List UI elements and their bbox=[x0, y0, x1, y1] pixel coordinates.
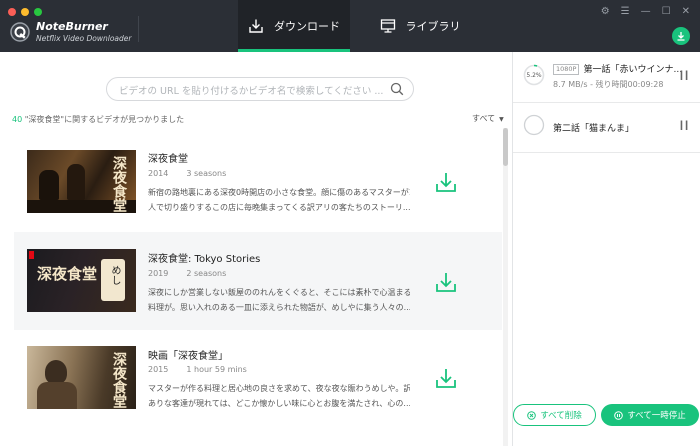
video-meta: 2019 2 seasons bbox=[148, 269, 226, 278]
tab-download-label: ダウンロード bbox=[274, 20, 340, 33]
library-monitor-icon bbox=[380, 19, 395, 33]
result-text: "深夜食堂"に関するビデオが見つかりました bbox=[22, 115, 185, 124]
pause-all-button[interactable]: すべて一時停止 bbox=[601, 404, 699, 426]
video-year: 2019 bbox=[148, 269, 169, 278]
pause-icon[interactable]: ▎▎ bbox=[681, 121, 692, 130]
video-thumbnail: 深夜食堂 bbox=[27, 150, 136, 213]
download-manager-button[interactable] bbox=[672, 27, 690, 45]
delete-all-button[interactable]: すべて削除 bbox=[513, 404, 596, 426]
close-icon[interactable]: ✕ bbox=[682, 7, 690, 17]
task-title: 1080P 第一話「赤いウインナ... bbox=[553, 62, 682, 75]
search-input[interactable]: ビデオの URL を貼り付けるかビデオ名で検索してください ... bbox=[119, 83, 383, 97]
video-year: 2014 bbox=[148, 169, 169, 178]
video-description: 新宿の路地裏にある深夜0時開店の小さな食堂。顔に傷のあるマスターが1 人で切り盛… bbox=[148, 188, 410, 212]
result-summary: 40 "深夜食堂"に関するビデオが見つかりました bbox=[12, 114, 184, 125]
close-window-button[interactable] bbox=[8, 8, 16, 16]
task-speed: 8.7 MB/s - 残り時間00:09:28 bbox=[553, 80, 664, 89]
tab-library-label: ライブラリ bbox=[405, 20, 461, 33]
video-meta: 2015 1 hour 59 mins bbox=[148, 365, 247, 374]
search-panel: ビデオの URL を貼り付けるかビデオ名で検索してください ... 40 "深夜… bbox=[0, 52, 512, 446]
quality-badge: 1080P bbox=[553, 64, 580, 75]
maximize-icon[interactable]: ☐ bbox=[662, 7, 671, 17]
result-list: 深夜食堂 深夜食堂 2014 3 seasons 新宿の路地裏にある深夜0時開店の… bbox=[14, 134, 502, 446]
download-icon[interactable] bbox=[434, 270, 458, 294]
video-title[interactable]: 深夜食堂 bbox=[148, 150, 188, 165]
search-icon[interactable] bbox=[390, 82, 404, 96]
menu-icon[interactable]: ☰ bbox=[621, 7, 630, 17]
result-item[interactable]: 深夜食堂 めし 深夜食堂: Tokyo Stories 2019 2 season… bbox=[14, 232, 502, 330]
scrollbar-thumb[interactable] bbox=[503, 128, 508, 166]
title-bar: NoteBurner Netflix Video Downloader ダウンロ… bbox=[0, 0, 700, 52]
video-title[interactable]: 深夜食堂: Tokyo Stories bbox=[148, 250, 260, 265]
result-item[interactable]: 深夜食堂 映画「深夜食堂」 2015 1 hour 59 mins マスターが作る… bbox=[14, 330, 502, 428]
filter-label: すべて bbox=[472, 114, 496, 123]
noteburner-logo-icon bbox=[10, 22, 30, 42]
filter-dropdown[interactable]: すべて ▼ bbox=[472, 113, 504, 124]
window-traffic-lights bbox=[8, 8, 42, 16]
scrollbar-track[interactable] bbox=[503, 128, 508, 446]
download-tab-icon bbox=[249, 19, 263, 33]
queue-task[interactable]: 第二話「猫まんま」 ▎▎ bbox=[513, 102, 700, 153]
search-box[interactable]: ビデオの URL を貼り付けるかビデオ名で検索してください ... bbox=[106, 77, 414, 101]
thumbnail-title: 深夜食堂 bbox=[37, 265, 98, 283]
thumbnail-title: 深夜食堂 bbox=[111, 156, 127, 212]
chevron-down-icon: ▼ bbox=[499, 116, 504, 123]
video-thumbnail: 深夜食堂 bbox=[27, 346, 136, 409]
thumbnail-sign: めし bbox=[109, 265, 120, 285]
video-description: マスターが作る料理と居心地の良さを求めて、夜な夜な賑わうめしや。訳 ありな客達が… bbox=[148, 384, 410, 408]
pause-circle-icon bbox=[614, 410, 624, 420]
video-title[interactable]: 映画「深夜食堂」 bbox=[148, 347, 228, 362]
queue-task[interactable]: 5.2% 1080P 第一話「赤いウインナ... 8.7 MB/s - 残り時間0… bbox=[513, 52, 700, 103]
video-info: 2 seasons bbox=[186, 269, 227, 278]
brand: NoteBurner Netflix Video Downloader bbox=[36, 21, 131, 44]
thumbnail-title: 深夜食堂 bbox=[111, 352, 127, 408]
task-title: 第二話「猫まんま」 bbox=[553, 124, 635, 134]
pending-ring bbox=[523, 114, 545, 136]
result-item[interactable]: 深夜食堂 深夜食堂 2014 3 seasons 新宿の路地裏にある深夜0時開店の… bbox=[14, 134, 502, 232]
download-arrow-icon bbox=[677, 32, 685, 41]
progress-percent: 5.2% bbox=[526, 71, 542, 79]
video-info: 3 seasons bbox=[186, 169, 227, 178]
settings-gear-icon[interactable]: ⚙ bbox=[601, 7, 610, 17]
video-info: 1 hour 59 mins bbox=[186, 365, 247, 374]
minimize-icon[interactable]: — bbox=[641, 7, 651, 17]
zoom-window-button[interactable] bbox=[34, 8, 42, 16]
tab-download[interactable]: ダウンロード bbox=[238, 0, 350, 52]
pause-icon[interactable]: ▎▎ bbox=[681, 71, 692, 80]
minimize-window-button[interactable] bbox=[21, 8, 29, 16]
video-meta: 2014 3 seasons bbox=[148, 169, 226, 178]
tab-library[interactable]: ライブラリ bbox=[364, 0, 476, 52]
close-circle-icon bbox=[527, 410, 537, 420]
window-controls: ⚙ ☰ — ☐ ✕ bbox=[601, 7, 690, 17]
video-year: 2015 bbox=[148, 365, 169, 374]
result-count: 40 bbox=[12, 115, 23, 124]
app-name: NoteBurner bbox=[36, 20, 108, 33]
app-subtitle: Netflix Video Downloader bbox=[36, 34, 132, 43]
download-queue-panel: 5.2% 1080P 第一話「赤いウインナ... 8.7 MB/s - 残り時間0… bbox=[512, 52, 700, 446]
titlebar-divider bbox=[138, 16, 139, 42]
download-icon[interactable] bbox=[434, 366, 458, 390]
download-icon[interactable] bbox=[434, 170, 458, 194]
video-thumbnail: 深夜食堂 めし bbox=[27, 249, 136, 312]
video-description: 深夜にしか営業しない飯屋ののれんをくぐると、そこには素朴で心温まる 料理が。思い… bbox=[148, 288, 410, 312]
